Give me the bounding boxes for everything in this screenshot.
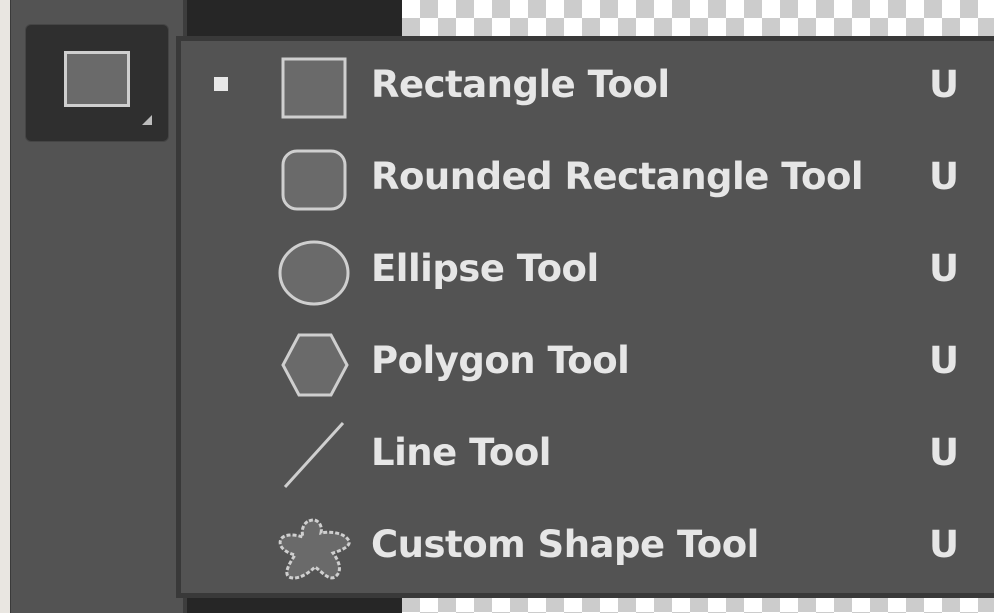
line-icon (273, 421, 355, 491)
menu-item-label: Line Tool (371, 431, 551, 474)
menu-item-line-tool[interactable]: Line Tool U (181, 409, 994, 501)
ellipse-icon (273, 237, 355, 307)
menu-item-shortcut: U (929, 63, 960, 106)
menu-item-rounded-rectangle-tool[interactable]: Rounded Rectangle Tool U (181, 133, 994, 225)
menu-item-shortcut: U (929, 523, 960, 566)
menu-item-shortcut: U (929, 247, 960, 290)
shape-tool-button[interactable] (25, 24, 169, 142)
menu-item-custom-shape-tool[interactable]: Custom Shape Tool U (181, 501, 994, 593)
shape-tools-flyout-menu: Rectangle Tool U Rounded Rectangle Tool … (176, 36, 994, 598)
polygon-icon (273, 329, 355, 399)
selected-indicator-icon (214, 77, 228, 91)
menu-item-label: Rounded Rectangle Tool (371, 155, 864, 198)
menu-item-shortcut: U (929, 155, 960, 198)
menu-item-ellipse-tool[interactable]: Ellipse Tool U (181, 225, 994, 317)
menu-item-polygon-tool[interactable]: Polygon Tool U (181, 317, 994, 409)
flyout-indicator-icon (142, 115, 152, 125)
menu-item-label: Polygon Tool (371, 339, 630, 382)
menu-item-shortcut: U (929, 339, 960, 382)
rectangle-icon (273, 53, 355, 123)
menu-item-label: Rectangle Tool (371, 63, 670, 106)
rounded-rectangle-icon (273, 145, 355, 215)
menu-item-shortcut: U (929, 431, 960, 474)
custom-shape-icon (273, 513, 355, 583)
menu-item-rectangle-tool[interactable]: Rectangle Tool U (181, 41, 994, 133)
rectangle-icon (64, 51, 130, 107)
menu-item-label: Custom Shape Tool (371, 523, 759, 566)
menu-item-label: Ellipse Tool (371, 247, 599, 290)
